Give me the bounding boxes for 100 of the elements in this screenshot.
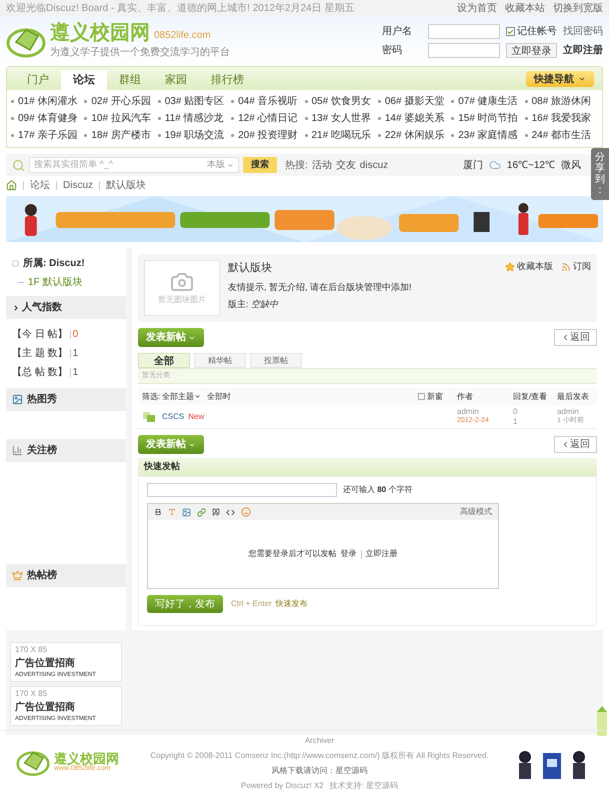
new-label: New bbox=[188, 410, 204, 422]
forum-link[interactable]: 12# 心情日记 bbox=[238, 111, 298, 126]
new-window-checkbox[interactable] bbox=[418, 393, 425, 400]
hot-search-link[interactable]: 活动 bbox=[312, 158, 332, 172]
chevron-left-icon bbox=[561, 333, 570, 342]
bullet-icon bbox=[451, 100, 454, 103]
weather-wind: 微风 bbox=[561, 158, 581, 172]
forum-link[interactable]: 16# 我爱我家 bbox=[532, 111, 592, 126]
ad-title: 广告位置招商 bbox=[15, 656, 76, 671]
nav-tab[interactable]: 群组 bbox=[107, 70, 153, 90]
forum-link[interactable]: 09# 体育健身 bbox=[18, 111, 78, 126]
remember-label: 记住帐号 bbox=[517, 24, 557, 39]
thread-views: 1 bbox=[513, 416, 518, 426]
forum-link[interactable]: 23# 家庭情感 bbox=[458, 128, 518, 143]
chart-icon bbox=[12, 445, 23, 456]
forum-link[interactable]: 02# 开心乐园 bbox=[91, 94, 151, 109]
advanced-mode-link[interactable]: 高级模式 bbox=[460, 506, 492, 518]
thread-title[interactable]: CSCS bbox=[162, 410, 184, 422]
forum-link[interactable]: 19# 职场交流 bbox=[164, 128, 224, 143]
register-link[interactable]: 立即注册 bbox=[366, 548, 398, 560]
bullet-icon bbox=[451, 134, 454, 137]
forum-description: 友情提示, 暂无介绍, 请在后台版块管理中添加! bbox=[228, 280, 413, 294]
filter-time-dropdown[interactable]: 全部时 bbox=[207, 390, 232, 402]
password-field[interactable] bbox=[428, 43, 500, 58]
nav-tab[interactable]: 论坛 bbox=[61, 70, 107, 90]
forum-link[interactable]: 21# 吃喝玩乐 bbox=[312, 128, 371, 143]
weather-city: 厦门 bbox=[462, 158, 483, 172]
forum-link[interactable]: 18# 房产楼市 bbox=[91, 128, 151, 143]
forum-link[interactable]: 17# 亲子乐园 bbox=[18, 128, 78, 143]
back-button[interactable]: 返回 bbox=[554, 436, 597, 453]
breadcrumb-link[interactable]: 默认版块 bbox=[106, 178, 146, 192]
bullet-icon bbox=[84, 100, 88, 103]
cloud-icon bbox=[488, 159, 501, 171]
bold-icon[interactable] bbox=[154, 508, 162, 516]
bullet-icon bbox=[84, 134, 88, 137]
collapse-icon[interactable] bbox=[12, 260, 19, 267]
back-button[interactable]: 返回 bbox=[554, 329, 597, 346]
smiley-icon[interactable] bbox=[241, 507, 251, 517]
subject-field[interactable] bbox=[147, 483, 337, 497]
forum-link[interactable]: 20# 投资理财 bbox=[238, 128, 298, 143]
ad-title: 广告位置招商 bbox=[15, 700, 76, 715]
top-link[interactable]: 切换到宽版 bbox=[553, 0, 603, 16]
link-icon[interactable] bbox=[197, 508, 206, 516]
forum-link[interactable]: 06# 摄影天堂 bbox=[384, 94, 444, 109]
forum-link[interactable]: 03# 贴图专区 bbox=[164, 94, 224, 109]
forum-link[interactable]: 14# 婆媳关系 bbox=[384, 111, 444, 126]
bullet-icon bbox=[378, 134, 381, 137]
forum-link[interactable]: 05# 饮食男女 bbox=[312, 94, 371, 109]
quick-nav-button[interactable]: 快捷导航 bbox=[526, 71, 594, 87]
thread-tab[interactable]: 精华帖 bbox=[194, 353, 246, 368]
forum-link[interactable]: 07# 健康生活 bbox=[458, 94, 518, 109]
forum-link[interactable]: 13# 女人世界 bbox=[312, 111, 371, 126]
breadcrumb-link[interactable]: 论坛 bbox=[30, 178, 50, 192]
nav-tab[interactable]: 排行榜 bbox=[199, 70, 256, 90]
ad-size: 170 X 85 bbox=[15, 644, 48, 656]
nav-tab[interactable]: 家园 bbox=[153, 70, 199, 90]
breadcrumb-link[interactable]: Discuz bbox=[63, 178, 94, 192]
forum-action-link[interactable]: 订阅 bbox=[561, 260, 591, 274]
thread-tab[interactable]: 全部 bbox=[138, 353, 190, 368]
top-link[interactable]: 收藏本站 bbox=[505, 0, 545, 16]
forum-link[interactable]: 11# 情感沙龙 bbox=[164, 111, 224, 126]
password-label: 密码 bbox=[382, 44, 403, 58]
home-icon[interactable] bbox=[6, 180, 17, 190]
forum-link[interactable]: 15# 时尚节拍 bbox=[458, 111, 518, 126]
replies-views-column-header: 回复/查看 bbox=[513, 390, 548, 402]
quick-publish-link[interactable]: 快速发布 bbox=[276, 598, 308, 610]
last-post-author: admin bbox=[557, 407, 579, 416]
remember-checkbox[interactable] bbox=[506, 27, 515, 36]
register-link[interactable]: 立即注册 bbox=[563, 43, 603, 58]
filter-type-dropdown[interactable]: 全部主题 bbox=[162, 390, 202, 402]
bullet-icon bbox=[11, 100, 14, 103]
forum-tree-item[interactable]: 1F 默认版块 bbox=[28, 275, 82, 290]
stat-value: 0 bbox=[72, 328, 78, 342]
nav-tab[interactable]: 门户 bbox=[15, 70, 61, 90]
last-post-column-header: 最后发表 bbox=[557, 390, 590, 402]
forum-link[interactable]: 10# 拉风汽车 bbox=[91, 111, 151, 126]
bullet-icon bbox=[158, 134, 161, 137]
login-link[interactable]: 登录 bbox=[340, 548, 356, 560]
forum-action-link[interactable]: 收藏本版 bbox=[505, 260, 553, 274]
font-color-icon[interactable] bbox=[168, 508, 176, 516]
top-link[interactable]: 设为首页 bbox=[457, 0, 497, 16]
hot-search-link[interactable]: discuz bbox=[360, 158, 388, 172]
code-icon[interactable] bbox=[226, 508, 235, 516]
forum-link[interactable]: 24# 都市生活 bbox=[532, 128, 592, 143]
back-to-top-icon[interactable] bbox=[597, 706, 607, 736]
search-button[interactable]: 搜索 bbox=[243, 157, 277, 173]
image-icon[interactable] bbox=[182, 508, 191, 516]
username-field[interactable] bbox=[428, 24, 500, 39]
share-tab[interactable]: 分享到： bbox=[591, 148, 609, 200]
login-button[interactable]: 立即登录 bbox=[506, 43, 557, 58]
quick-post-title: 快速发帖 bbox=[144, 460, 180, 474]
forum-link[interactable]: 04# 音乐视听 bbox=[238, 94, 298, 109]
forum-link[interactable]: 08# 旅游休闲 bbox=[532, 94, 592, 109]
section-title: 关注榜 bbox=[27, 443, 57, 458]
forgot-link[interactable]: 找回密码 bbox=[563, 24, 603, 39]
hot-search-link[interactable]: 交友 bbox=[336, 158, 356, 172]
thread-tab[interactable]: 投票帖 bbox=[250, 353, 302, 368]
quote-icon[interactable] bbox=[212, 508, 220, 516]
forum-link[interactable]: 22# 休闲娱乐 bbox=[384, 128, 444, 143]
forum-link[interactable]: 01# 休闲灌水 bbox=[18, 94, 78, 109]
